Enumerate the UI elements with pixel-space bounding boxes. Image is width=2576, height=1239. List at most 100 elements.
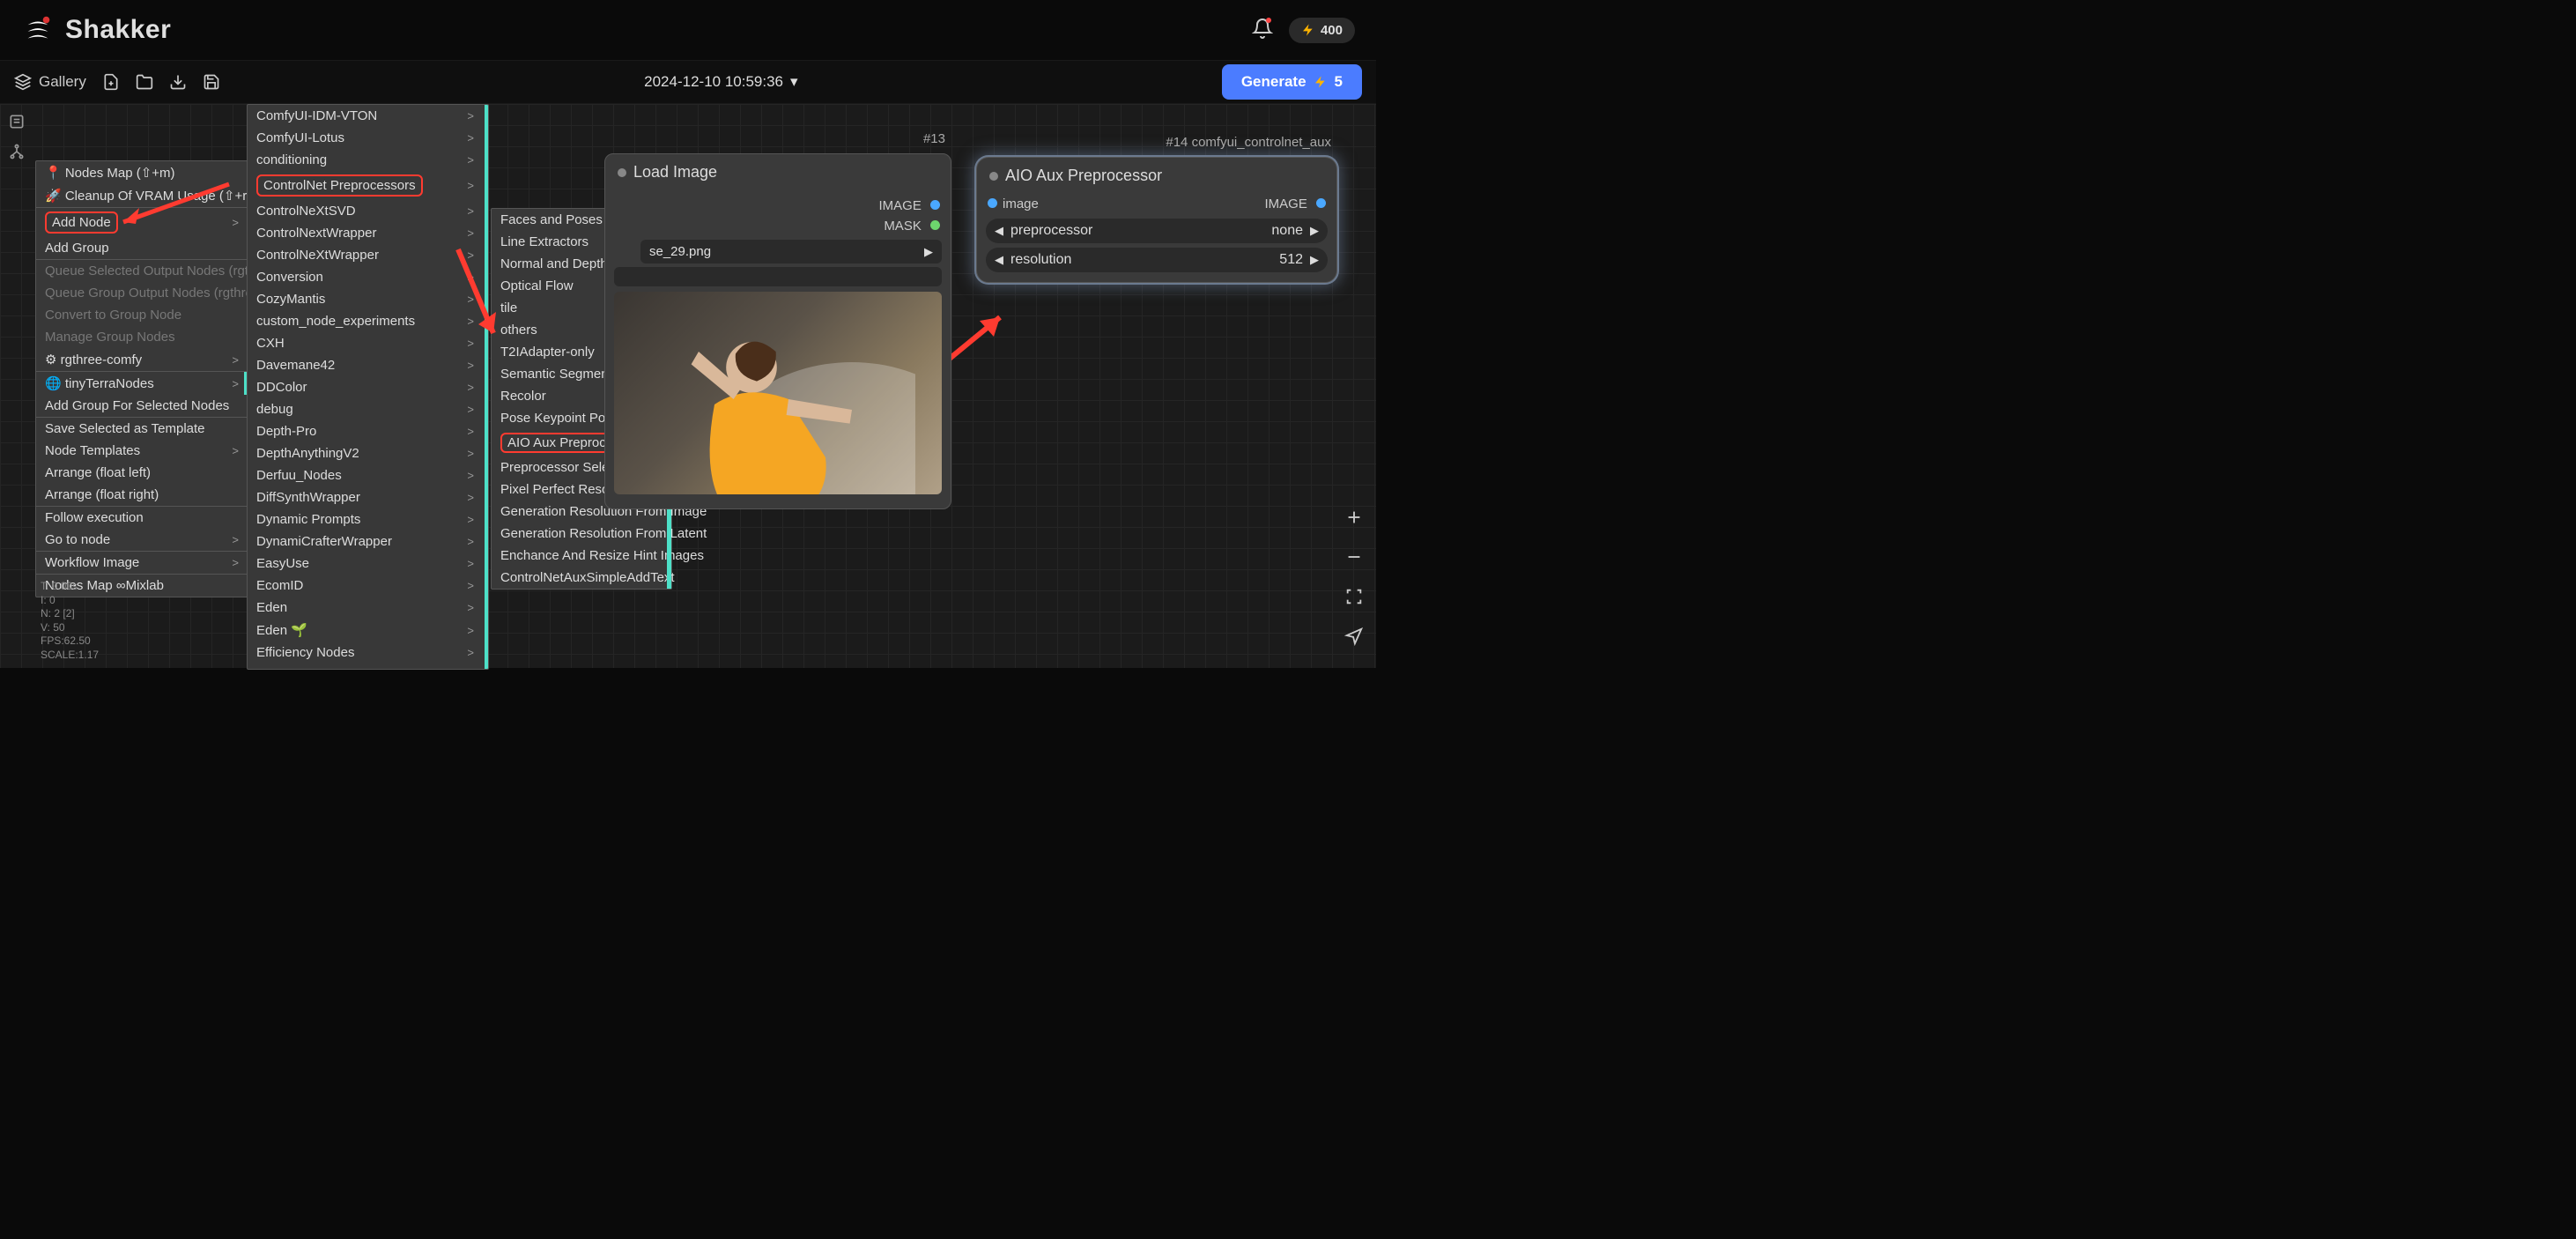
node-title: AIO Aux Preprocessor bbox=[977, 158, 1336, 194]
triangle-right-icon: ▶ bbox=[1310, 224, 1319, 238]
logo-icon bbox=[21, 13, 55, 47]
menu-item[interactable]: ControlNeXtSVD bbox=[248, 200, 488, 222]
menu-item[interactable]: Enchance And Resize Hint Images bbox=[492, 545, 671, 567]
node-load-image[interactable]: #13 Load Image IMAGE MASK se_29.png ▶ bbox=[604, 153, 951, 509]
menu-item[interactable]: Workflow Image bbox=[36, 552, 248, 574]
filename-value: se_29.png bbox=[649, 244, 711, 259]
lightning-icon bbox=[1314, 75, 1328, 89]
menu-item[interactable]: Derfuu_Nodes bbox=[248, 464, 488, 486]
output-port-image[interactable]: IMAGE bbox=[605, 196, 951, 216]
menu-item[interactable]: EasyUse bbox=[248, 553, 488, 575]
menu-item[interactable]: DynamiCrafterWrapper bbox=[248, 530, 488, 553]
save-icon[interactable] bbox=[203, 73, 220, 91]
generate-cost: 5 bbox=[1335, 73, 1343, 91]
timestamp-dropdown[interactable]: 2024-12-10 10:59:36 ▾ bbox=[644, 73, 797, 91]
credits-value: 400 bbox=[1321, 23, 1343, 38]
triangle-left-icon: ◀ bbox=[995, 224, 1003, 238]
menu-item[interactable]: CXH bbox=[248, 332, 488, 354]
triangle-left-icon: ◀ bbox=[995, 253, 1003, 267]
menu-item[interactable]: Go to node bbox=[36, 529, 248, 551]
node-aio-preprocessor[interactable]: #14 comfyui_controlnet_aux AIO Aux Prepr… bbox=[976, 157, 1337, 283]
menu-item[interactable]: DiffSynthWrapper bbox=[248, 486, 488, 508]
menu-item[interactable]: conditioning bbox=[248, 149, 488, 171]
folder-icon[interactable] bbox=[136, 73, 153, 91]
menu-item[interactable]: Save Selected as Template bbox=[36, 418, 248, 440]
menu-item[interactable]: essentials bbox=[248, 664, 488, 670]
download-icon[interactable] bbox=[169, 73, 187, 91]
app-name: Shakker bbox=[65, 15, 171, 45]
new-file-icon[interactable] bbox=[102, 73, 120, 91]
menu-item[interactable]: custom_node_experiments bbox=[248, 310, 488, 332]
menu-item[interactable]: Conversion bbox=[248, 266, 488, 288]
caret-down-icon: ▾ bbox=[790, 73, 798, 91]
menu-item[interactable]: Node Templates bbox=[36, 440, 248, 462]
menu-item[interactable]: Generation Resolution From Latent bbox=[492, 523, 671, 545]
app-header: Shakker 400 bbox=[0, 0, 1376, 60]
menu-item[interactable]: ⚙ rgthree-comfy bbox=[36, 348, 248, 371]
menu-item[interactable]: ControlNeXtWrapper bbox=[248, 244, 488, 266]
zoom-controls bbox=[1344, 508, 1364, 650]
menu-item[interactable]: EcomID bbox=[248, 575, 488, 597]
menu-item[interactable]: Manage Group Nodes bbox=[36, 326, 248, 348]
menu-item[interactable]: Eden bbox=[248, 597, 488, 619]
menu-item[interactable]: Follow execution bbox=[36, 507, 248, 529]
menu-item[interactable]: Dynamic Prompts bbox=[248, 508, 488, 530]
menu-item[interactable]: Efficiency Nodes bbox=[248, 642, 488, 664]
node-dot-icon bbox=[989, 172, 998, 181]
param-resolution[interactable]: ◀ resolution 512 ▶ bbox=[986, 248, 1328, 272]
layers-icon bbox=[14, 73, 32, 91]
menu-item[interactable]: 📍 Nodes Map (⇧+m) bbox=[36, 161, 248, 184]
menu-item[interactable]: CozyMantis bbox=[248, 288, 488, 310]
param-preprocessor[interactable]: ◀ preprocessor none ▶ bbox=[986, 219, 1328, 243]
menu-item[interactable]: ControlNextWrapper bbox=[248, 222, 488, 244]
menu-item[interactable]: Depth-Pro bbox=[248, 420, 488, 442]
menu-item[interactable]: DepthAnythingV2 bbox=[248, 442, 488, 464]
filename-selector[interactable]: se_29.png ▶ bbox=[640, 240, 942, 263]
menu-item[interactable]: Queue Group Output Nodes (rgthree) bbox=[36, 282, 248, 304]
menu-item[interactable]: ControlNet Preprocessors bbox=[248, 171, 488, 200]
notification-dot-icon bbox=[1266, 18, 1271, 23]
node-tag: #13 bbox=[923, 131, 945, 146]
menu-item[interactable]: Arrange (float left) bbox=[36, 462, 248, 484]
menu-item[interactable]: ControlNetAuxSimpleAddText bbox=[492, 567, 671, 589]
generate-label: Generate bbox=[1241, 73, 1307, 91]
lightning-icon bbox=[1301, 23, 1315, 37]
canvas[interactable]: 📍 Nodes Map (⇧+m)🚀 Cleanup Of VRAM Usage… bbox=[0, 104, 1376, 668]
generate-button[interactable]: Generate 5 bbox=[1222, 64, 1362, 100]
hierarchy-icon[interactable] bbox=[8, 143, 26, 160]
menu-item[interactable]: ComfyUI-IDM-VTON bbox=[248, 105, 488, 127]
menu-item[interactable]: Davemane42 bbox=[248, 354, 488, 376]
credits-pill[interactable]: 400 bbox=[1289, 18, 1355, 43]
timestamp-value: 2024-12-10 10:59:36 bbox=[644, 73, 783, 91]
menu-item[interactable]: Add Group bbox=[36, 237, 248, 259]
input-port-image[interactable]: image bbox=[988, 197, 1039, 211]
port-row: image IMAGE bbox=[977, 194, 1336, 214]
menu-item[interactable]: 🚀 Cleanup Of VRAM Usage (⇧+r) bbox=[36, 184, 248, 207]
menu-item[interactable]: debug bbox=[248, 398, 488, 420]
zoom-in-button[interactable] bbox=[1344, 508, 1364, 531]
output-port-image[interactable]: IMAGE bbox=[1264, 197, 1326, 211]
output-port-mask[interactable]: MASK bbox=[605, 216, 951, 236]
menu-item[interactable]: Add Group For Selected Nodes bbox=[36, 395, 248, 417]
image-preview bbox=[614, 292, 942, 494]
context-menu-main: 📍 Nodes Map (⇧+m)🚀 Cleanup Of VRAM Usage… bbox=[35, 160, 248, 597]
fullscreen-button[interactable] bbox=[1344, 587, 1364, 611]
menu-item[interactable]: DDColor bbox=[248, 376, 488, 398]
notes-icon[interactable] bbox=[8, 113, 26, 130]
locate-button[interactable] bbox=[1344, 627, 1364, 650]
menu-item[interactable]: Queue Selected Output Nodes (rgthree) bbox=[36, 260, 248, 282]
menu-item[interactable]: Add Node bbox=[36, 208, 248, 237]
notifications-button[interactable] bbox=[1252, 18, 1273, 43]
context-menu-nodes: ComfyUI-IDM-VTONComfyUI-Lotusconditionin… bbox=[247, 104, 489, 670]
menu-item[interactable]: 🌐 tinyTerraNodes bbox=[36, 372, 248, 395]
menu-item[interactable]: Convert to Group Node bbox=[36, 304, 248, 326]
zoom-out-button[interactable] bbox=[1344, 547, 1364, 571]
menu-item[interactable]: Eden 🌱 bbox=[248, 619, 488, 642]
triangle-right-icon: ▶ bbox=[1310, 253, 1319, 267]
canvas-stats: T: 0.00sI: 0N: 2 [2]V: 50FPS:62.50SCALE:… bbox=[41, 580, 99, 663]
logo[interactable]: Shakker bbox=[21, 13, 171, 47]
menu-item[interactable]: ComfyUI-Lotus bbox=[248, 127, 488, 149]
menu-item[interactable]: Arrange (float right) bbox=[36, 484, 248, 506]
gallery-button[interactable]: Gallery bbox=[14, 73, 86, 91]
node-dot-icon bbox=[618, 168, 626, 177]
